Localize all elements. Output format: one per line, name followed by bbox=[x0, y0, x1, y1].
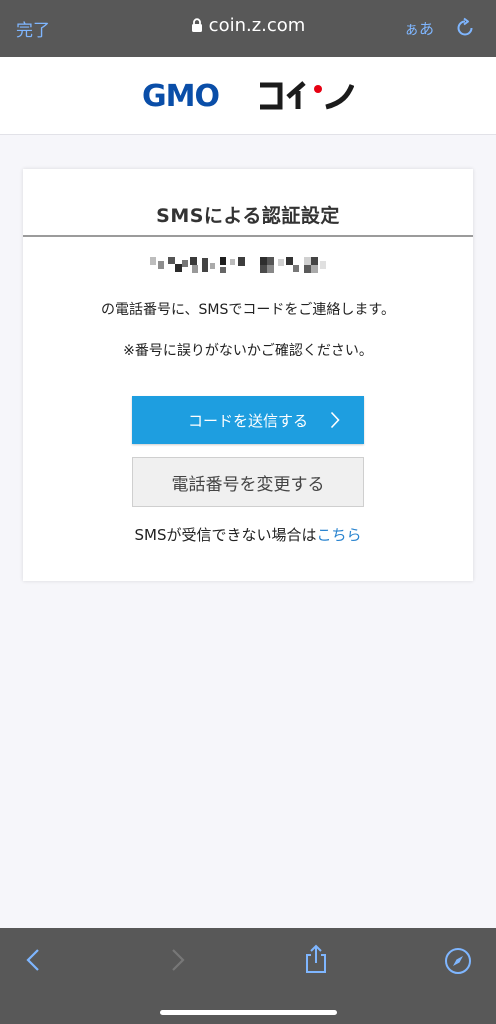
confirm-number-text: ※番号に誤りがないかご確認ください。 bbox=[123, 343, 373, 359]
sms-help-line: SMSが受信できない場合はこちら bbox=[23, 524, 473, 545]
share-icon[interactable] bbox=[304, 944, 328, 978]
lock-icon bbox=[191, 17, 203, 38]
help-link[interactable]: こちら bbox=[316, 526, 361, 544]
title-divider bbox=[23, 235, 473, 237]
back-icon[interactable] bbox=[26, 948, 40, 976]
svg-text:GMO: GMO bbox=[142, 79, 219, 111]
sms-auth-card: SMSによる認証設定 の電話番号に、SMSでコードをご連絡します。 ※番号に誤り… bbox=[23, 169, 473, 581]
sms-notice-text: の電話番号に、SMSでコードをご連絡します。 bbox=[100, 302, 396, 318]
site-header: GMO bbox=[0, 57, 496, 135]
home-indicator bbox=[160, 1010, 337, 1015]
reload-icon[interactable] bbox=[454, 17, 476, 43]
redacted-phone-number bbox=[150, 255, 346, 285]
forward-icon[interactable] bbox=[171, 948, 185, 976]
help-text: SMSが受信できない場合は bbox=[134, 526, 317, 544]
change-phone-button[interactable]: 電話番号を変更する bbox=[132, 457, 364, 507]
page-title: SMSによる認証設定 bbox=[156, 205, 340, 227]
chevron-right-icon bbox=[330, 411, 340, 433]
change-phone-label: 電話番号を変更する bbox=[171, 474, 325, 495]
compass-icon[interactable] bbox=[444, 947, 472, 979]
send-code-label: コードを送信する bbox=[187, 411, 308, 430]
url-text: coin.z.com bbox=[208, 15, 306, 36]
text-size-button[interactable]: ぁあ bbox=[404, 18, 434, 39]
gmo-coin-logo[interactable]: GMO bbox=[142, 79, 355, 115]
browser-top-bar: 完了 coin.z.com ぁあ bbox=[0, 0, 496, 57]
send-code-button[interactable]: コードを送信する bbox=[132, 396, 364, 444]
